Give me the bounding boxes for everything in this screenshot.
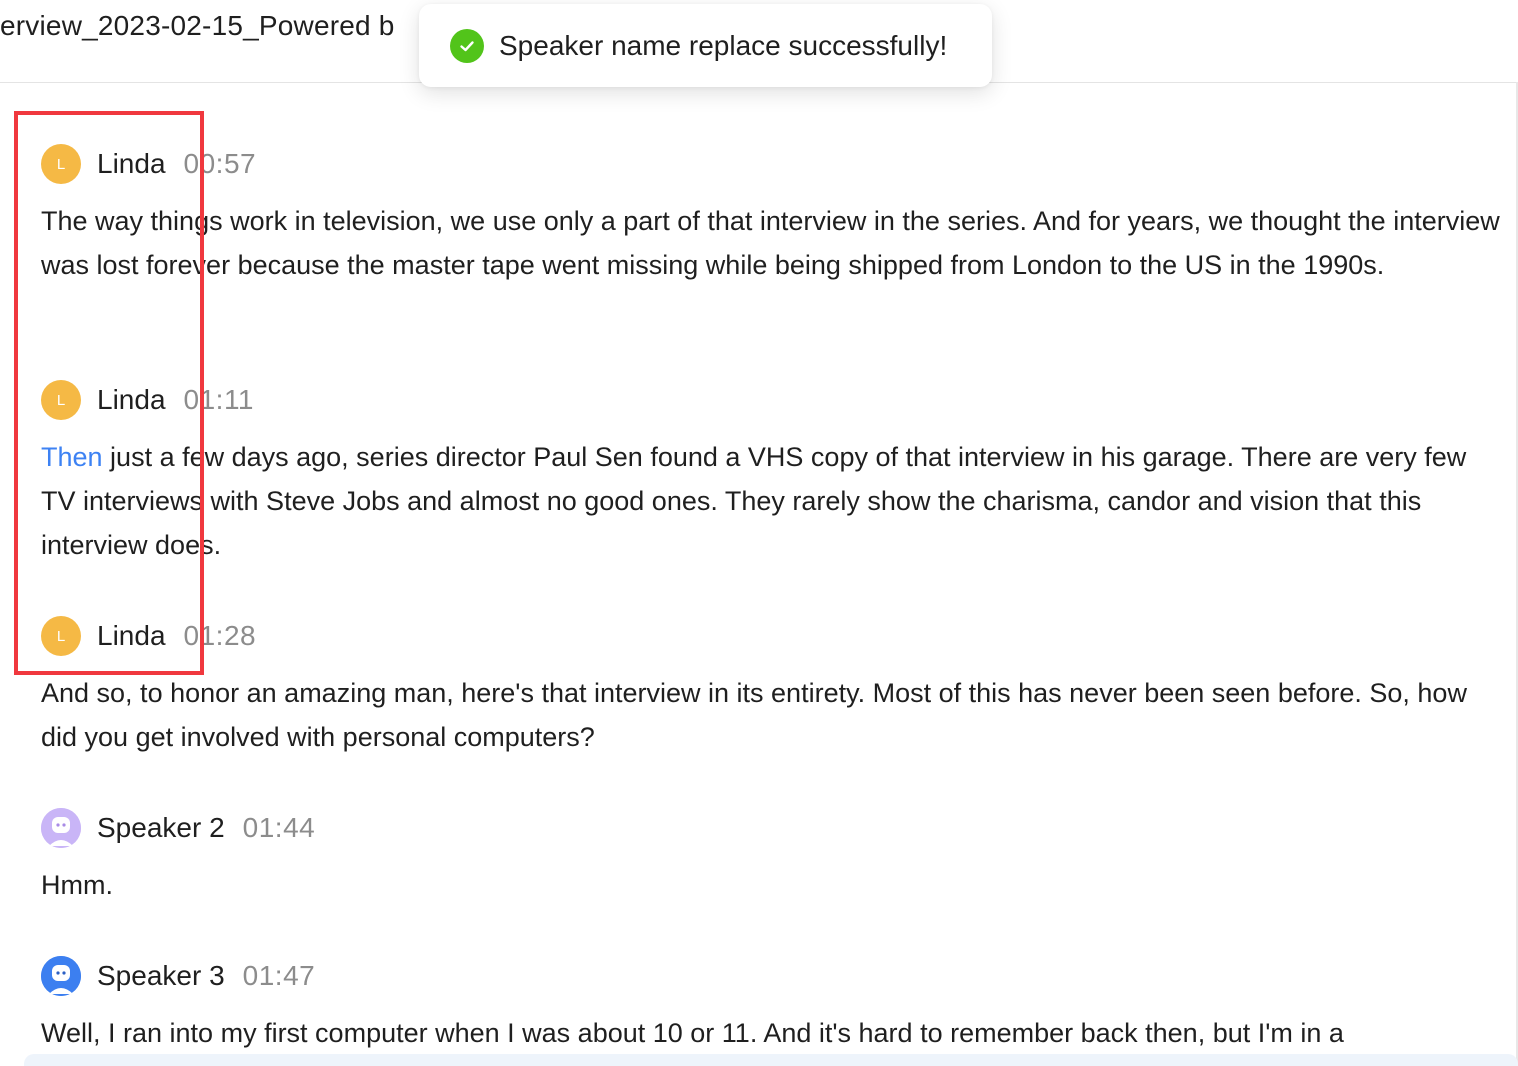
robot-avatar-icon-graphic xyxy=(41,808,81,848)
transcript-segment: L Linda 00:57 The way things work in tel… xyxy=(41,143,1511,287)
success-toast: Speaker name replace successfully! xyxy=(419,4,992,87)
segment-text[interactable]: The way things work in television, we us… xyxy=(41,199,1503,287)
check-circle-icon xyxy=(450,28,484,63)
transcript-segment: L Linda 01:11 Then just a few days ago, … xyxy=(41,379,1511,567)
robot-avatar-icon[interactable] xyxy=(41,956,81,996)
speaker-name[interactable]: Speaker 2 xyxy=(97,812,225,844)
segment-header: L Linda 01:28 xyxy=(41,615,1511,657)
check-mark-graphic xyxy=(460,40,474,51)
segment-timestamp[interactable]: 01:47 xyxy=(243,960,316,992)
segment-timestamp[interactable]: 01:44 xyxy=(243,812,316,844)
segment-text[interactable]: Then just a few days ago, series directo… xyxy=(41,435,1503,567)
segment-header: Speaker 2 01:44 xyxy=(41,807,1511,849)
segment-header: L Linda 00:57 xyxy=(41,143,1511,185)
annotation-highlight-box xyxy=(14,111,204,675)
transcript-body: L Linda 00:57 The way things work in tel… xyxy=(0,0,1518,1066)
transcript-segment: Speaker 2 01:44 Hmm. xyxy=(41,807,1511,907)
toast-message: Speaker name replace successfully! xyxy=(499,29,948,61)
transcript-segment: Speaker 3 01:47 Well, I ran into my firs… xyxy=(41,955,1511,1055)
segment-text[interactable]: And so, to honor an amazing man, here's … xyxy=(41,671,1503,759)
bottom-player-bar[interactable] xyxy=(24,1054,1518,1066)
robot-avatar-icon[interactable] xyxy=(41,808,81,848)
speaker-name[interactable]: Speaker 3 xyxy=(97,960,225,992)
transcript-segment: L Linda 01:28 And so, to honor an amazin… xyxy=(41,615,1511,759)
robot-avatar-icon-graphic xyxy=(41,956,81,996)
segment-header: Speaker 3 01:47 xyxy=(41,955,1511,997)
segment-text[interactable]: Hmm. xyxy=(41,863,1503,907)
segment-header: L Linda 01:11 xyxy=(41,379,1511,421)
segment-text-rest: just a few days ago, series director Pau… xyxy=(41,442,1467,560)
segment-text[interactable]: Well, I ran into my first computer when … xyxy=(41,1011,1503,1055)
